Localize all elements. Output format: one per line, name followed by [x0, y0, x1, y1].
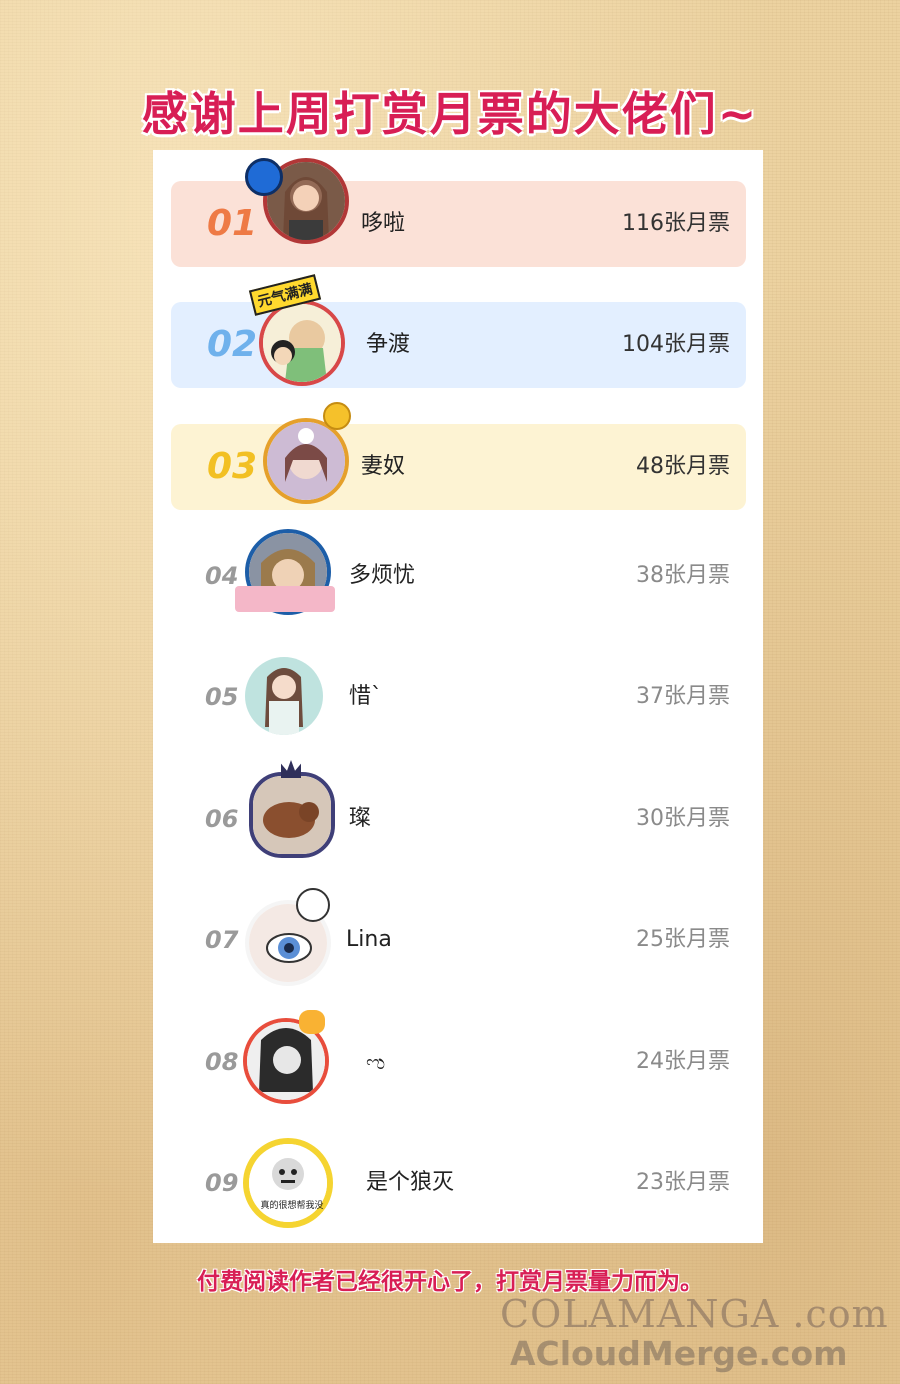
page-title: 感谢上周打赏月票的大佬们~ [141, 87, 759, 141]
user-name: 惜` [349, 684, 383, 709]
vote-count: 104张月票 [622, 332, 730, 357]
coin-icon [323, 402, 351, 430]
user-name: 璨 [349, 806, 372, 831]
footer-note: 付费阅读作者已经很开心了，打赏月票量力而为。 [197, 1269, 703, 1295]
avatar-frame-ribbon [235, 586, 335, 612]
rank-number: 09 [205, 1169, 239, 1197]
avatar-caption: 真的很想帮我没 [260, 1201, 324, 1211]
user-name: ಌ [366, 1050, 386, 1074]
rank-number: 08 [205, 1048, 239, 1076]
vote-count: 37张月票 [636, 684, 730, 709]
user-avatar[interactable] [263, 418, 349, 504]
user-avatar[interactable] [259, 300, 345, 386]
vote-count: 25张月票 [636, 927, 730, 952]
vote-count: 38张月票 [636, 563, 730, 588]
owl-icon [296, 888, 330, 922]
vote-count: 30张月票 [636, 806, 730, 831]
rank-number: 05 [205, 683, 239, 711]
user-avatar[interactable] [263, 158, 349, 244]
vote-count: 48张月票 [636, 454, 730, 479]
user-avatar[interactable] [243, 1138, 333, 1228]
rank-number: 03 [207, 446, 258, 487]
user-name: 争渡 [366, 332, 411, 357]
ranking-row-3[interactable]: 03 妻奴 48张月票 [171, 424, 746, 510]
vote-count: 24张月票 [636, 1049, 730, 1074]
rank-number: 01 [207, 203, 258, 244]
ranking-card: 01 哆啦 116张月票 02 争渡 104张月票 元气满满 03 妻奴 48张… [153, 150, 763, 1243]
ranking-row-1[interactable]: 01 哆啦 116张月票 [171, 181, 746, 267]
user-name: 多烦忧 [349, 563, 416, 588]
rank-number: 07 [205, 926, 239, 954]
cat-icon [299, 1010, 325, 1034]
user-name: 妻奴 [361, 454, 406, 479]
vote-count: 23张月票 [636, 1170, 730, 1195]
watermark-acloudmerge: ACloudMerge.com [510, 1334, 848, 1373]
user-avatar[interactable] [249, 772, 335, 858]
user-avatar[interactable] [245, 657, 323, 735]
rank-number: 06 [205, 805, 239, 833]
crown-icon [281, 760, 301, 778]
rank-number: 04 [205, 562, 239, 590]
vote-count: 116张月票 [622, 211, 730, 236]
rank-number: 02 [207, 324, 258, 365]
user-name: 哆啦 [361, 211, 406, 236]
watermark-colamanga: COLAMANGA .com [500, 1292, 889, 1336]
user-name: Lina [346, 927, 392, 952]
user-name: 是个狼灭 [366, 1170, 455, 1195]
